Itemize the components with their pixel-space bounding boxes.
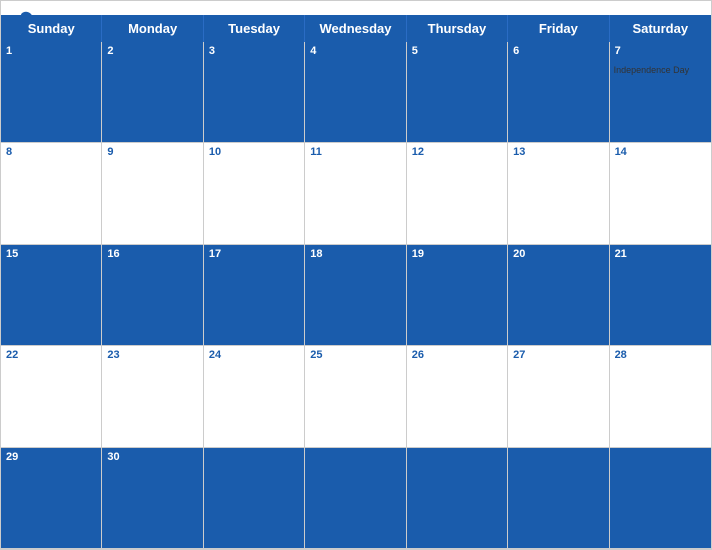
day-cell: 15 [1,245,102,346]
logo-bird-icon [17,9,35,27]
day-cell: 9 [102,143,203,244]
day-cell: 24 [204,346,305,447]
day-cell: 16 [102,245,203,346]
day-number: 6 [508,42,608,60]
day-header-friday: Friday [508,15,609,42]
logo-blue-text [17,9,37,27]
day-number: 29 [1,448,101,466]
day-cell: 22 [1,346,102,447]
day-cell: 20 [508,245,609,346]
day-number: 23 [102,346,202,364]
day-number: 26 [407,346,507,364]
day-cell: 1 [1,42,102,143]
day-cell: 14 [610,143,711,244]
day-header-thursday: Thursday [407,15,508,42]
day-number: 15 [1,245,101,263]
day-number: 30 [102,448,202,466]
day-header-tuesday: Tuesday [204,15,305,42]
day-number: 3 [204,42,304,60]
day-header-monday: Monday [102,15,203,42]
day-cell: 28 [610,346,711,447]
day-number: 14 [610,143,711,161]
day-number: 8 [1,143,101,161]
day-number: 17 [204,245,304,263]
day-number: 18 [305,245,405,263]
day-cell: 18 [305,245,406,346]
day-cell: 23 [102,346,203,447]
day-cell: 19 [407,245,508,346]
day-cell: 10 [204,143,305,244]
day-number: 22 [1,346,101,364]
day-cell: 3 [204,42,305,143]
day-cell: 7 Independence Day [610,42,711,143]
holiday-label: Independence Day [610,65,694,75]
day-number: 11 [305,143,405,161]
day-number: 13 [508,143,608,161]
day-cell: 12 [407,143,508,244]
day-number: 12 [407,143,507,161]
day-number: 10 [204,143,304,161]
day-cell [610,448,711,549]
day-cell [508,448,609,549]
day-header-wednesday: Wednesday [305,15,406,42]
day-headers-row: SundayMondayTuesdayWednesdayThursdayFrid… [1,15,711,42]
day-cell: 5 [407,42,508,143]
day-number: 7 [610,42,711,60]
calendar-grid: 1234567Independence Day89101112131415161… [1,42,711,549]
day-cell: 21 [610,245,711,346]
day-number: 25 [305,346,405,364]
day-number: 5 [407,42,507,60]
day-number: 28 [610,346,711,364]
day-cell: 25 [305,346,406,447]
day-cell: 2 [102,42,203,143]
day-cell [407,448,508,549]
day-cell: 27 [508,346,609,447]
day-cell: 17 [204,245,305,346]
day-number: 24 [204,346,304,364]
day-number: 1 [1,42,101,60]
day-header-saturday: Saturday [610,15,711,42]
day-cell: 26 [407,346,508,447]
day-cell: 4 [305,42,406,143]
day-cell: 13 [508,143,609,244]
calendar: SundayMondayTuesdayWednesdayThursdayFrid… [0,0,712,550]
day-number: 20 [508,245,608,263]
day-number: 21 [610,245,711,263]
calendar-header [1,1,711,15]
day-cell: 30 [102,448,203,549]
day-number: 19 [407,245,507,263]
day-cell [204,448,305,549]
day-number: 2 [102,42,202,60]
logo [17,9,37,27]
day-cell: 11 [305,143,406,244]
day-cell [305,448,406,549]
day-number: 9 [102,143,202,161]
day-number: 4 [305,42,405,60]
day-number: 27 [508,346,608,364]
day-cell: 6 [508,42,609,143]
day-number: 16 [102,245,202,263]
day-cell: 8 [1,143,102,244]
day-cell: 29 [1,448,102,549]
